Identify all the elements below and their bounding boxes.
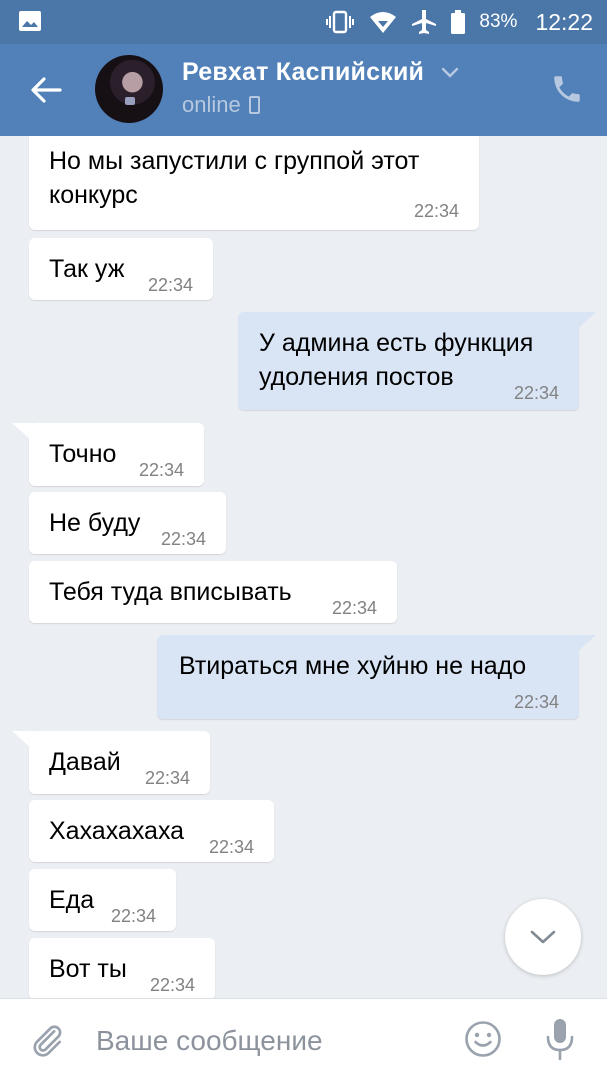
phone-icon xyxy=(554,76,580,102)
message-time: 22:34 xyxy=(413,201,459,221)
scroll-down-button[interactable] xyxy=(505,899,581,975)
message-time: 22:34 xyxy=(144,768,190,788)
airplane-mode-icon xyxy=(411,9,437,35)
message-bubble-incoming[interactable]: Вот ты 22:34 xyxy=(29,938,215,998)
message-text: удоления постов xyxy=(259,363,454,391)
message-bubble-incoming[interactable]: Точно 22:34 xyxy=(29,423,204,486)
attach-button[interactable] xyxy=(28,1021,66,1059)
message-composer xyxy=(0,998,607,1080)
message-bubble-outgoing[interactable]: У админа есть функция удоления постов 22… xyxy=(238,312,579,410)
message-bubble-incoming[interactable]: Давай 22:34 xyxy=(29,731,210,794)
message-time: 22:34 xyxy=(138,460,184,480)
microphone-icon xyxy=(546,1019,574,1061)
message-bubble-incoming[interactable]: Так уж 22:34 xyxy=(29,238,213,300)
message-time: 22:34 xyxy=(513,692,559,712)
chevron-down-icon[interactable] xyxy=(440,66,460,80)
call-button[interactable] xyxy=(550,72,584,106)
message-bubble-incoming[interactable]: Хахахахаха 22:34 xyxy=(29,800,274,862)
chevron-down-icon xyxy=(530,930,556,944)
message-text: Но мы запустили с группой этот xyxy=(49,147,420,175)
paperclip-icon xyxy=(33,1025,62,1057)
message-list[interactable]: Но мы запустили с группой этот конкурс 2… xyxy=(0,136,607,998)
message-time: 22:34 xyxy=(513,383,559,403)
avatar[interactable] xyxy=(95,55,163,123)
contact-name[interactable]: Ревхат Каспийский xyxy=(182,58,424,87)
message-input[interactable] xyxy=(96,1021,436,1061)
message-text: Точно xyxy=(49,440,117,468)
message-time: 22:34 xyxy=(331,598,377,618)
clock: 12:22 xyxy=(535,8,593,35)
message-time: 22:34 xyxy=(110,906,156,926)
emoji-icon xyxy=(465,1021,501,1057)
vibrate-icon xyxy=(325,10,355,34)
message-text: У админа есть функция xyxy=(259,329,534,357)
status-bar: 83% 12:22 xyxy=(0,0,607,44)
message-time: 22:34 xyxy=(160,529,206,549)
emoji-button[interactable] xyxy=(463,1019,503,1059)
message-text: Так уж xyxy=(49,255,125,283)
message-time: 22:34 xyxy=(149,975,195,995)
message-bubble-incoming[interactable]: Но мы запустили с группой этот конкурс 2… xyxy=(29,136,479,230)
gallery-icon xyxy=(18,10,42,32)
back-arrow-icon xyxy=(31,77,62,103)
status-text: online xyxy=(182,92,241,117)
back-button[interactable] xyxy=(28,72,64,108)
message-text: Еда xyxy=(49,886,95,914)
message-text: Давай xyxy=(49,748,121,776)
battery-percent: 83% xyxy=(479,11,518,32)
message-text: конкурс xyxy=(49,181,138,209)
message-text: Вот ты xyxy=(49,955,127,983)
message-bubble-incoming[interactable]: Не буду 22:34 xyxy=(29,492,226,554)
message-text: Тебя туда вписывать xyxy=(49,578,292,606)
battery-icon xyxy=(451,10,466,34)
microphone-button[interactable] xyxy=(543,1017,577,1061)
message-text: Не буду xyxy=(49,509,141,537)
mobile-device-icon xyxy=(248,96,260,114)
message-text: Втираться мне хуйню не надо xyxy=(179,652,527,680)
bubble-tail xyxy=(576,312,596,330)
online-status: online xyxy=(182,92,260,118)
wifi-icon xyxy=(369,10,397,34)
message-bubble-incoming[interactable]: Еда 22:34 xyxy=(29,869,176,931)
bubble-tail xyxy=(576,635,596,653)
message-time: 22:34 xyxy=(208,837,254,857)
chat-header: Ревхат Каспийский online xyxy=(0,44,607,136)
message-bubble-incoming[interactable]: Тебя туда вписывать 22:34 xyxy=(29,561,397,623)
message-bubble-outgoing[interactable]: Втираться мне хуйню не надо 22:34 xyxy=(157,635,579,719)
message-time: 22:34 xyxy=(147,275,193,295)
message-text: Хахахахаха xyxy=(49,817,185,845)
